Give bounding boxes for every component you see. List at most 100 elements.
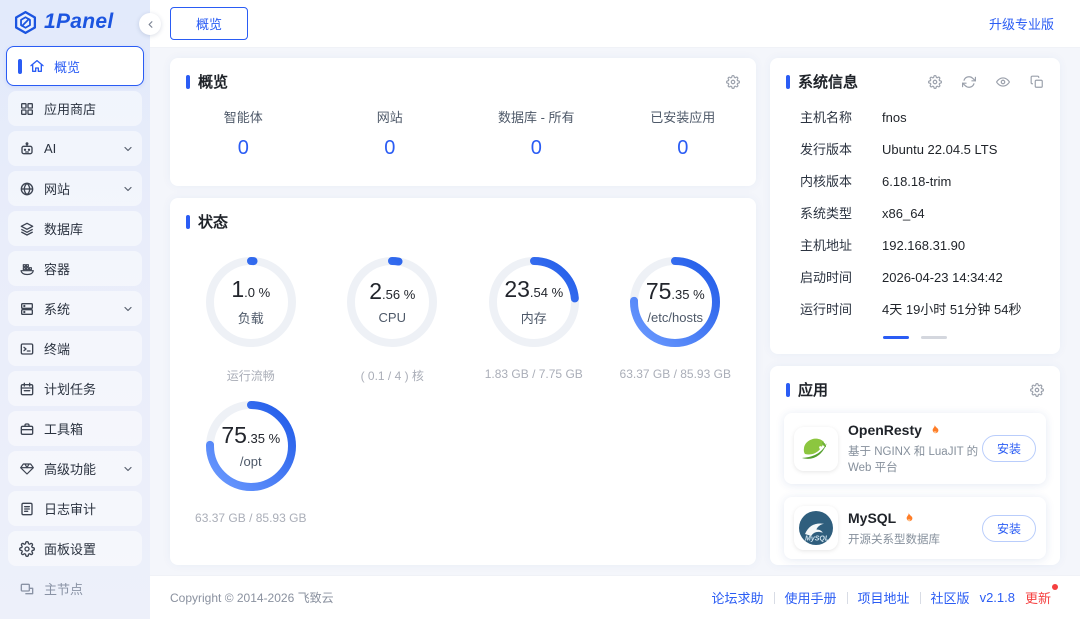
main-column: 概览 智能体 0 网站 0 数据库 - 所有 0 已安装应用 0 状态	[170, 58, 756, 565]
apps-card: 应用 OpenResty 基于 NGINX 和 LuaJIT 的 Web 平台 …	[770, 366, 1060, 565]
info-value: 192.168.31.90	[882, 237, 965, 255]
gauge-label: CPU	[379, 310, 406, 325]
app-name: OpenResty	[848, 422, 922, 438]
info-value: 6.18.18-trim	[882, 173, 951, 191]
apps-card-header: 应用	[770, 366, 1060, 400]
pager-dash-1[interactable]	[883, 336, 909, 339]
sidebar-item-overview[interactable]: 概览	[6, 46, 144, 86]
info-value: 2026-04-23 14:34:42	[882, 269, 1003, 287]
overview-stats: 智能体 0 网站 0 数据库 - 所有 0 已安装应用 0	[170, 92, 756, 160]
status-gauge: 23.54 % 内存 1.83 GB / 7.75 GB	[463, 240, 605, 384]
logs-icon	[19, 501, 35, 517]
system-info-row: 发行版本 Ubuntu 22.04.5 LTS	[786, 141, 1044, 159]
flame-icon	[902, 511, 915, 525]
chevron-down-icon	[122, 143, 134, 155]
pager-dash-2[interactable]	[921, 336, 947, 339]
stat-value[interactable]: 0	[170, 137, 317, 160]
title-accent-bar	[786, 75, 790, 89]
sidebar-item-website[interactable]: 网站	[8, 171, 142, 206]
sidebar: 1Panel 概览 应用商店 AI 网站 数据库 容器 系统	[0, 0, 150, 619]
upgrade-pro-link[interactable]: 升级专业版	[989, 14, 1054, 33]
sidebar-item-logs[interactable]: 日志审计	[8, 491, 142, 526]
title-accent-bar	[786, 383, 790, 397]
overview-stat: 数据库 - 所有 0	[463, 107, 610, 160]
footer-link-2[interactable]: 使用手册	[785, 588, 837, 607]
sidebar-item-toolbox[interactable]: 工具箱	[8, 411, 142, 446]
stat-value[interactable]: 0	[463, 137, 610, 160]
status-gauge: 2.56 % CPU ( 0.1 / 4 ) 核	[322, 240, 464, 384]
sidebar-item-label: AI	[44, 141, 56, 156]
copyright-text: Copyright © 2014-2026 飞致云	[170, 589, 334, 606]
stat-value[interactable]: 0	[317, 137, 464, 160]
stat-value[interactable]: 0	[610, 137, 757, 160]
update-link[interactable]: 更新	[1025, 588, 1054, 607]
overview-stat: 智能体 0	[170, 107, 317, 160]
sidebar-item-container[interactable]: 容器	[8, 251, 142, 286]
overview-stat: 网站 0	[317, 107, 464, 160]
status-title: 状态	[198, 211, 228, 232]
overview-settings-gear-icon[interactable]	[726, 75, 740, 89]
app-item: OpenResty 基于 NGINX 和 LuaJIT 的 Web 平台 安装	[784, 413, 1046, 484]
sidebar-item-label: 系统	[44, 299, 70, 318]
refresh-icon[interactable]	[962, 75, 976, 89]
schedule-icon	[19, 381, 35, 397]
gauge-value-dec: .35 %	[247, 432, 280, 445]
sidebar-item-label: 工具箱	[44, 419, 83, 438]
sidebar-item-master-node[interactable]: 主节点	[8, 571, 142, 606]
gauge-value-dec: .0 %	[244, 286, 270, 299]
footer-link-1[interactable]: 论坛求助	[712, 588, 764, 607]
system-info-rows: 主机名称 fnos 发行版本 Ubuntu 22.04.5 LTS 内核版本 6…	[770, 92, 1060, 319]
system-info-row: 主机名称 fnos	[786, 109, 1044, 127]
gauge-label: 负载	[238, 308, 264, 327]
gauge-value-dec: .54 %	[530, 286, 563, 299]
gauge-value-int: 23	[504, 278, 530, 301]
copy-icon[interactable]	[1030, 75, 1044, 89]
sidebar-item-terminal[interactable]: 终端	[8, 331, 142, 366]
sidebar-item-ai[interactable]: AI	[8, 131, 142, 166]
chevron-down-icon	[122, 463, 134, 475]
install-button[interactable]: 安装	[982, 515, 1036, 542]
toolbox-icon	[19, 421, 35, 437]
overview-stat: 已安装应用 0	[610, 107, 757, 160]
app-title: 1Panel	[44, 10, 114, 34]
sidebar-item-panel-settings[interactable]: 面板设置	[8, 531, 142, 566]
sidebar-item-database[interactable]: 数据库	[8, 211, 142, 246]
sidebar-collapse-button[interactable]	[139, 13, 161, 35]
title-accent-bar	[186, 215, 190, 229]
overview-title: 概览	[198, 71, 228, 92]
apps-settings-gear-icon[interactable]	[1030, 383, 1044, 397]
tab-overview[interactable]: 概览	[170, 7, 248, 40]
terminal-icon	[19, 341, 35, 357]
apps-title: 应用	[798, 379, 828, 400]
sidebar-item-system[interactable]: 系统	[8, 291, 142, 326]
sidebar-item-cron[interactable]: 计划任务	[8, 371, 142, 406]
footer-link-4[interactable]: 社区版	[931, 588, 970, 607]
sidebar-item-app-store[interactable]: 应用商店	[8, 91, 142, 126]
sidebar-item-label: 面板设置	[44, 539, 96, 558]
system-info-gear-icon[interactable]	[928, 75, 942, 89]
sidebar-item-label: 概览	[54, 57, 80, 76]
website-icon	[19, 181, 35, 197]
eye-icon[interactable]	[996, 75, 1010, 89]
sidebar-item-advanced[interactable]: 高级功能	[8, 451, 142, 486]
app-logo[interactable]: 1Panel	[0, 0, 150, 44]
sidebar-item-label: 日志审计	[44, 499, 96, 518]
mysql-logo: MySQL	[794, 506, 838, 550]
chevron-down-icon	[122, 183, 134, 195]
stat-label: 网站	[317, 107, 464, 126]
info-label: 启动时间	[800, 269, 868, 287]
chevron-left-icon	[145, 19, 156, 30]
footer-link-3[interactable]: 项目地址	[858, 588, 910, 607]
hexagon-logo-icon	[13, 10, 38, 35]
gauge-caption: 1.83 GB / 7.75 GB	[485, 367, 583, 381]
sidebar-item-label: 高级功能	[44, 459, 96, 478]
system-info-row: 运行时间 4天 19小时 51分钟 54秒	[786, 301, 1044, 319]
system-info-row: 系统类型 x86_64	[786, 205, 1044, 223]
gauge-caption: 63.37 GB / 85.93 GB	[620, 367, 731, 381]
install-button[interactable]: 安装	[982, 435, 1036, 462]
app-item: MySQL MySQL 开源关系型数据库 安装	[784, 497, 1046, 559]
stat-label: 智能体	[170, 107, 317, 126]
right-column: 系统信息 主机名称 fnos 发行版本 Ubuntu 22.04.5 LTS 内…	[770, 58, 1060, 565]
version-text: v2.1.8	[980, 590, 1015, 605]
topbar: 概览 升级专业版	[150, 0, 1080, 48]
